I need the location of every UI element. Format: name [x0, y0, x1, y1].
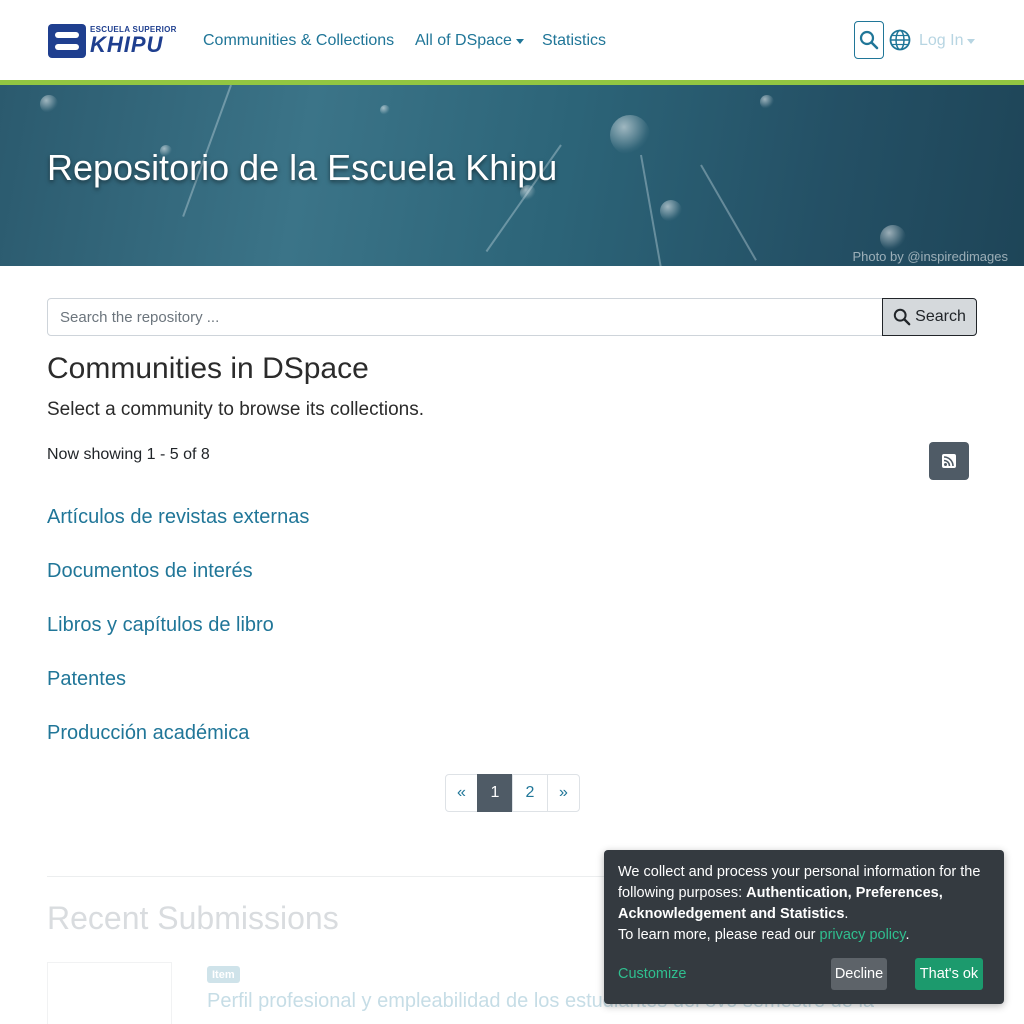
repository-search-input[interactable]: Search the repository ... [47, 298, 883, 336]
rss-icon [942, 454, 956, 468]
language-globe-icon[interactable] [889, 29, 911, 51]
chevron-down-icon [967, 38, 976, 44]
community-link[interactable]: Libros y capítulos de libro [47, 614, 274, 637]
consent-policy-period: . [905, 927, 910, 943]
login-label: Log In [919, 32, 964, 49]
cookie-consent-dialog: We collect and process your personal inf… [604, 850, 1004, 1004]
nav-communities-collections[interactable]: Communities & Collections [203, 28, 394, 54]
banner-decoration [610, 115, 650, 155]
site-header: ESCUELA SUPERIOR KHIPU Communities & Col… [0, 0, 1024, 80]
community-link[interactable]: Patentes [47, 668, 126, 691]
item-thumbnail[interactable] [47, 962, 172, 1024]
home-banner: Repositorio de la Escuela Khipu Photo by… [0, 85, 1024, 266]
banner-decoration [880, 225, 906, 251]
nav-statistics[interactable]: Statistics [542, 28, 606, 54]
recent-submissions-heading: Recent Submissions [47, 900, 339, 936]
chevron-down-icon [515, 38, 524, 44]
consent-decline-button[interactable]: Decline [831, 958, 887, 990]
community-link[interactable]: Producción académica [47, 722, 249, 745]
search-submit-button[interactable]: Search [882, 298, 977, 336]
consent-period: . [844, 906, 849, 922]
logo-text: ESCUELA SUPERIOR KHIPU [90, 26, 177, 56]
header-search-button[interactable] [854, 21, 884, 59]
page-subtitle: Select a community to browse its collect… [47, 399, 424, 420]
pagination-page-1[interactable]: 1 [477, 774, 513, 812]
privacy-policy-link[interactable]: privacy policy [820, 927, 906, 943]
banner-decoration [40, 95, 58, 113]
item-type-badge: Item [207, 966, 240, 983]
banner-title: Repositorio de la Escuela Khipu [47, 147, 558, 188]
photo-credit: Photo by @inspiredimages [852, 249, 1008, 264]
pagination: « 1 2 » [445, 774, 580, 812]
banner-decoration [660, 200, 682, 222]
consent-learn-more: To learn more, please read our privacy p… [618, 925, 990, 946]
rss-feed-button[interactable] [929, 442, 969, 480]
consent-text: We collect and process your personal inf… [618, 862, 990, 925]
community-link[interactable]: Documentos de interés [47, 560, 253, 583]
nav-all-of-dspace[interactable]: All of DSpace [415, 28, 524, 54]
consent-accept-button[interactable]: That's ok [915, 958, 983, 990]
results-count: Now showing 1 - 5 of 8 [47, 446, 210, 463]
pagination-page-2[interactable]: 2 [512, 774, 548, 812]
banner-decoration [700, 164, 757, 261]
consent-learn-more-text: To learn more, please read our [618, 927, 820, 943]
page-title: Communities in DSpace [47, 352, 369, 385]
nav-all-label: All of DSpace [415, 32, 512, 49]
search-submit-label: Search [915, 308, 966, 325]
logo-big-text: KHIPU [90, 32, 164, 57]
consent-actions: Customize Decline That's ok [618, 958, 983, 990]
logo-mark-icon [48, 24, 86, 58]
community-link[interactable]: Artículos de revistas externas [47, 506, 309, 529]
consent-customize-link[interactable]: Customize [618, 964, 687, 985]
banner-decoration [380, 105, 390, 115]
banner-decoration [760, 95, 774, 109]
search-icon [859, 30, 879, 50]
site-logo[interactable]: ESCUELA SUPERIOR KHIPU [48, 22, 180, 60]
search-icon [893, 308, 911, 326]
login-dropdown[interactable]: Log In [919, 28, 976, 54]
pagination-next[interactable]: » [547, 774, 580, 812]
pagination-prev[interactable]: « [445, 774, 478, 812]
